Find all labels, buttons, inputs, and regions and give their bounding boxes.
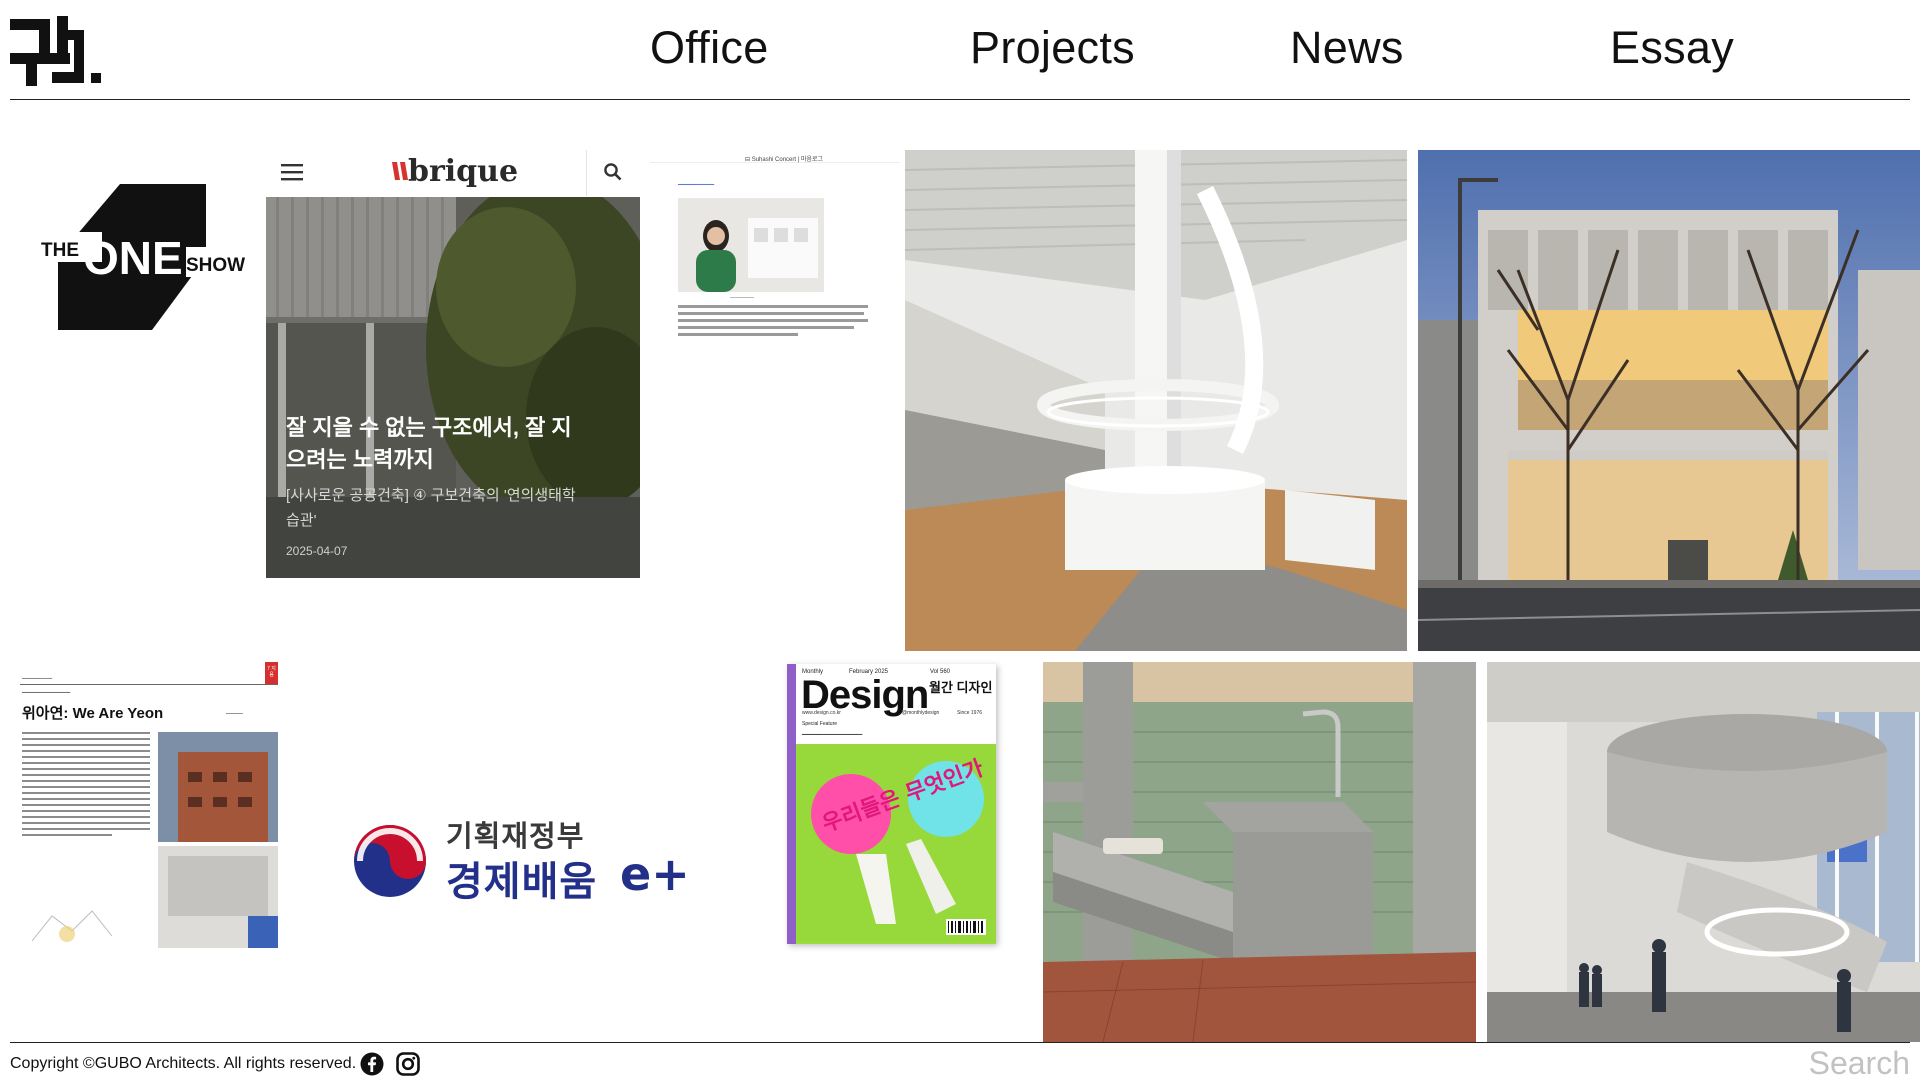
svg-text:ONE: ONE	[83, 232, 183, 284]
project-photo-washbasin[interactable]	[1043, 662, 1476, 1042]
magazine-title: 위아연: We Are Yeon	[22, 705, 164, 722]
cover-artwork: 우리들은 무엇인가	[796, 744, 996, 942]
cover-sub-lines: ━━━━━━━━━━━━━━━━━━━━	[802, 732, 863, 738]
spiral-stair-image	[1487, 662, 1920, 1042]
nav-projects[interactable]: Projects	[970, 22, 1135, 74]
cover-handle: @monthlydesign	[902, 710, 940, 716]
news-tile-article-scan[interactable]: ⊟ Suhashi Concert | 마음로그 ━━━━━━━━━━━━ ━━…	[650, 150, 900, 350]
brique-article-title: 잘 지을 수 없는 구조에서, 잘 지으려는 노력까지	[286, 415, 572, 472]
scan-header: ⊟ Suhashi Concert | 마음로그	[745, 157, 824, 163]
news-tile-design-magazine[interactable]: Monthly February 2025 Vol 560 Design 월간 …	[787, 664, 996, 944]
news-tile-one-show[interactable]: THE ONE SHOW	[10, 150, 265, 350]
magazine-illustration	[31, 910, 113, 942]
news-tile-magazine-yeon[interactable]: 7 지음 ━━━━━━━━━━ ━━━━━━━━━━━━━━━━ 위아연: We…	[20, 662, 278, 948]
magazine-body-text	[22, 732, 150, 840]
building-exterior-image	[1418, 150, 1920, 651]
scan-caption: ━━━━━━━━━━	[730, 295, 755, 300]
search-icon[interactable]	[603, 162, 623, 182]
magazine-tab: 7 지음	[265, 662, 278, 684]
ministry-eplus-mark: e+	[620, 847, 690, 901]
magazine-rule	[20, 684, 278, 685]
cover-spine	[787, 664, 796, 944]
magazine-header-small: ━━━━━━━━━━	[22, 676, 53, 682]
nav-office[interactable]: Office	[650, 22, 769, 74]
nav-news[interactable]: News	[1290, 22, 1404, 74]
project-photo-building-exterior[interactable]	[1418, 150, 1920, 651]
gubo-logo[interactable]	[10, 16, 102, 86]
svg-text:SHOW: SHOW	[186, 255, 245, 276]
brique-logo: brique	[408, 154, 519, 189]
washbasin-image	[1043, 662, 1476, 1042]
menu-icon[interactable]	[280, 160, 304, 184]
magazine-photos	[158, 732, 278, 948]
copyright-text: Copyright ©GUBO Architects. All rights r…	[10, 1055, 357, 1072]
facebook-icon[interactable]	[360, 1052, 384, 1076]
scan-body-text	[678, 305, 868, 340]
brique-article-date: 2025-04-07	[286, 544, 348, 558]
one-show-logo-icon: THE ONE SHOW	[38, 184, 252, 330]
cover-since: Since 1976	[957, 710, 983, 716]
project-photo-spiral-stair[interactable]	[1487, 662, 1920, 1042]
gubo-logo-icon	[10, 16, 101, 86]
cover-korean-title: 월간 디자인	[929, 680, 993, 695]
ministry-program-name: 경제배움	[446, 860, 598, 904]
instagram-icon[interactable]	[396, 1052, 420, 1076]
brique-article-subtitle: [사사로운 공공건축] ④ 구보건축의 '연의생태학습관'	[286, 487, 576, 529]
scan-kicker: ━━━━━━━━━━━━	[678, 182, 715, 188]
news-tile-ministry-logo[interactable]: 기획재정부 경제배움 e+	[350, 813, 710, 913]
search-input[interactable]	[1710, 1047, 1910, 1079]
magazine-author: ━━━━━━━	[226, 711, 243, 716]
magazine-kicker: ━━━━━━━━━━━━━━━━	[22, 690, 71, 696]
svg-text:THE: THE	[41, 240, 79, 261]
news-tile-brique[interactable]: brique 잘 지을 수 없는 구조에서, 잘 지으려는 노력까지 [사사로운…	[266, 150, 640, 578]
site-header: Office Projects News Essay	[10, 0, 1910, 100]
brique-mark-icon	[392, 162, 408, 180]
nav-essay[interactable]: Essay	[1610, 22, 1734, 74]
taegeuk-icon	[354, 825, 426, 897]
site-footer: Copyright ©GUBO Architects. All rights r…	[10, 1042, 1910, 1080]
cover-volume: Vol 560	[930, 669, 951, 675]
library-interior-image	[905, 150, 1407, 651]
scan-photo	[678, 198, 824, 292]
project-photo-library-interior[interactable]	[905, 150, 1407, 651]
brique-divider	[586, 150, 587, 196]
cover-special-feature: Special Feature	[802, 721, 838, 727]
cover-url: www.design.co.kr	[802, 710, 841, 716]
brique-topbar: brique	[266, 150, 640, 197]
